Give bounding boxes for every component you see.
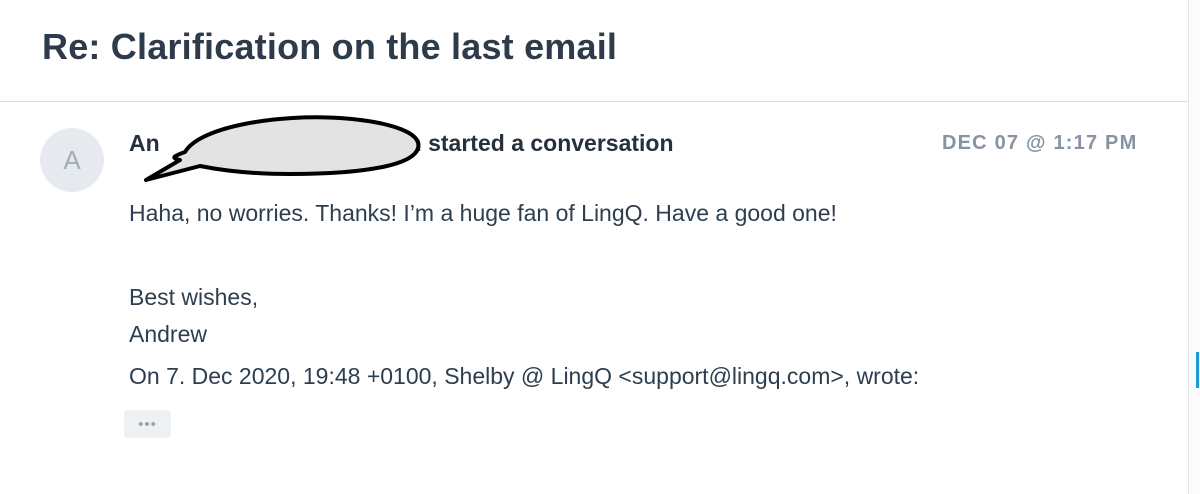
message-body-line: Haha, no worries. Thanks! I’m a huge fan…	[129, 200, 837, 226]
message-timestamp: DEC 07 @ 1:17 PM	[942, 132, 1138, 154]
show-quoted-text-button[interactable]: •••	[124, 410, 171, 438]
author-name-end: n started a conversation	[407, 130, 674, 156]
avatar: A	[40, 128, 104, 192]
page-title: Re: Clarification on the last email	[42, 26, 618, 67]
scrollbar-thumb[interactable]	[1196, 352, 1199, 388]
ellipsis-icon: •••	[138, 415, 157, 433]
conversation-header: Re: Clarification on the last email	[0, 0, 1200, 102]
scrollbar-track[interactable]	[1188, 0, 1200, 494]
message-body-line: Andrew	[129, 321, 207, 347]
message-body-line: Best wishes,	[129, 284, 259, 310]
message-quote-header: On 7. Dec 2020, 19:48 +0100, Shelby @ Li…	[129, 363, 920, 389]
speech-bubble-redaction-icon	[144, 115, 421, 182]
avatar-initial: A	[63, 144, 81, 175]
